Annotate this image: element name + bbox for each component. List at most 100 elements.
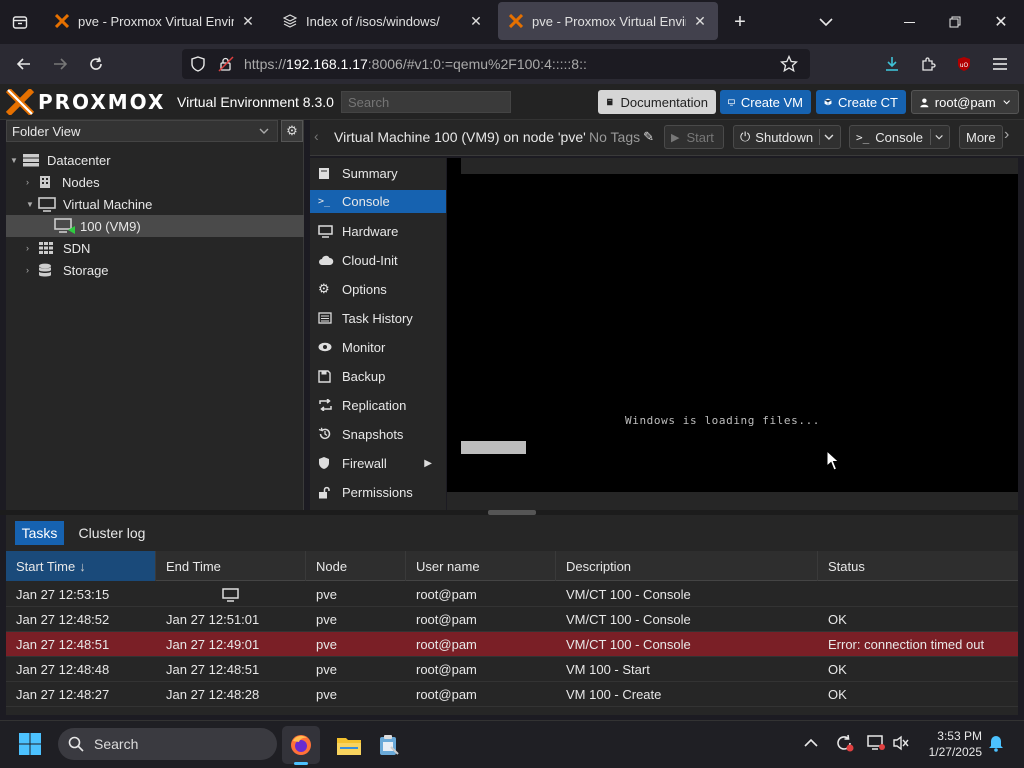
lock-warning-icon[interactable] xyxy=(217,55,235,73)
column-header-status[interactable]: Status xyxy=(818,551,1018,581)
menu-item-firewall[interactable]: Firewall ▶ xyxy=(310,450,446,476)
sort-descending-icon: ↓ xyxy=(79,558,86,574)
menu-item-summary[interactable]: Summary xyxy=(310,160,446,186)
table-row[interactable]: Jan 27 12:48:48 Jan 27 12:48:51 pve root… xyxy=(6,657,1018,682)
start-button[interactable]: ▶ Start xyxy=(664,125,724,149)
browser-tab-pve-1[interactable]: pve - Proxmox Virtual Environm ✕ xyxy=(44,2,266,40)
column-header-start-time[interactable]: Start Time ↓ xyxy=(6,551,156,581)
vm-console-screen[interactable] xyxy=(447,158,1018,492)
tree-item-storage[interactable]: › Storage xyxy=(26,259,109,281)
forward-button[interactable] xyxy=(46,50,74,78)
menu-item-monitor[interactable]: Monitor xyxy=(310,334,446,360)
menu-item-task-history[interactable]: Task History xyxy=(310,305,446,331)
tasks-tab[interactable]: Tasks xyxy=(15,521,64,545)
retweet-icon xyxy=(318,399,342,411)
expand-toggle-icon[interactable]: ▼ xyxy=(10,156,22,165)
extensions-button[interactable] xyxy=(914,50,942,78)
chevron-down-icon[interactable] xyxy=(935,134,943,141)
taskbar-app-tool[interactable] xyxy=(370,726,408,764)
column-header-end-time[interactable]: End Time xyxy=(156,551,306,581)
expand-toggle-icon[interactable]: › xyxy=(26,243,38,253)
cell-status: OK xyxy=(828,687,847,702)
expand-toggle-icon[interactable]: › xyxy=(26,265,38,275)
console-bottom-bar xyxy=(447,492,1018,510)
more-label: More xyxy=(966,129,996,145)
view-selector[interactable]: Folder View xyxy=(6,120,278,142)
tray-volume-muted-icon[interactable] xyxy=(892,735,912,753)
menu-item-snapshots[interactable]: Snapshots xyxy=(310,421,446,447)
menu-item-options[interactable]: ⚙ Options xyxy=(310,276,446,302)
tray-network-icon[interactable] xyxy=(866,734,888,754)
proxmox-logo[interactable]: PROXMOX xyxy=(6,88,165,116)
tree-item-vm-100[interactable]: 100 (VM9) xyxy=(54,215,141,237)
column-header-node[interactable]: Node xyxy=(306,551,406,581)
tray-sync-icon[interactable] xyxy=(834,733,856,755)
tray-overflow-button[interactable] xyxy=(804,736,822,752)
close-window-button[interactable]: ✕ xyxy=(978,0,1024,44)
table-row[interactable]: Jan 27 12:48:27 Jan 27 12:48:28 pve root… xyxy=(6,682,1018,707)
tree-item-nodes[interactable]: › Nodes xyxy=(26,171,100,193)
tab-overflow-button[interactable] xyxy=(812,8,840,36)
app-menu-button[interactable] xyxy=(986,50,1014,78)
back-button[interactable] xyxy=(10,50,38,78)
taskbar-clock[interactable]: 3:53 PM 1/27/2025 xyxy=(918,728,982,762)
console-progress-bar xyxy=(461,441,526,454)
taskbar-firefox[interactable] xyxy=(282,726,320,764)
taskbar-file-explorer[interactable] xyxy=(330,726,368,764)
ublock-extension-button[interactable]: uO xyxy=(950,50,978,78)
tab-close-icon[interactable]: ✕ xyxy=(692,13,708,30)
menu-item-permissions[interactable]: Permissions xyxy=(310,479,446,505)
browser-tab-pve-active[interactable]: pve - Proxmox Virtual Environm ✕ xyxy=(498,2,718,40)
browser-tab-isos[interactable]: Index of /isos/windows/ ✕ xyxy=(272,2,494,40)
minimize-button[interactable] xyxy=(886,0,932,44)
tab-close-icon[interactable]: ✕ xyxy=(240,13,256,30)
more-button[interactable]: More xyxy=(959,125,1003,149)
documentation-button[interactable]: Documentation xyxy=(598,90,716,114)
bookmark-star-button[interactable] xyxy=(779,54,800,75)
toolbar-scroll-left-icon[interactable]: ‹ xyxy=(314,128,319,144)
pencil-icon: ✎ xyxy=(643,129,655,144)
restore-button[interactable] xyxy=(932,0,978,44)
toolbar-scroll-right-icon[interactable]: › xyxy=(1004,126,1009,144)
table-row-error[interactable]: Jan 27 12:48:51 Jan 27 12:49:01 pve root… xyxy=(6,632,1018,657)
menu-item-backup[interactable]: Backup xyxy=(310,363,446,389)
create-vm-button[interactable]: Create VM xyxy=(720,90,811,114)
cell-node: pve xyxy=(316,637,337,652)
column-header-user-name[interactable]: User name xyxy=(406,551,556,581)
tree-item-vm-100-selected[interactable] xyxy=(6,215,304,237)
tree-item-sdn[interactable]: › SDN xyxy=(26,237,90,259)
taskbar-search-box[interactable]: Search xyxy=(58,728,277,760)
console-button[interactable]: >_ Console xyxy=(849,125,950,149)
new-tab-button[interactable]: + xyxy=(726,8,754,36)
menu-item-hardware[interactable]: Hardware xyxy=(310,218,446,244)
menu-item-console[interactable]: >_ Console xyxy=(310,190,446,213)
shutdown-button[interactable]: ⏻ Shutdown xyxy=(733,125,841,149)
tree-item-datacenter[interactable]: ▼ Datacenter xyxy=(10,149,111,171)
menu-item-replication[interactable]: Replication xyxy=(310,392,446,418)
tracking-shield-icon[interactable] xyxy=(190,56,206,72)
tab-list-button[interactable] xyxy=(6,8,34,36)
url-text[interactable]: https://192.168.1.17:8006/#v1:0:=qemu%2F… xyxy=(244,56,587,72)
menu-label: Cloud-Init xyxy=(342,252,398,268)
expand-toggle-icon[interactable]: ▼ xyxy=(26,200,38,209)
create-ct-button[interactable]: Create CT xyxy=(816,90,906,114)
column-header-description[interactable]: Description xyxy=(556,551,818,581)
table-row[interactable]: Jan 27 12:48:52 Jan 27 12:51:01 pve root… xyxy=(6,607,1018,632)
tree-item-virtual-machine[interactable]: ▼ Virtual Machine xyxy=(26,193,152,215)
start-button[interactable] xyxy=(18,732,44,758)
menu-item-cloud-init[interactable]: Cloud-Init xyxy=(310,247,446,273)
reload-button[interactable] xyxy=(82,50,110,78)
tree-settings-button[interactable]: ⚙ xyxy=(281,120,303,142)
search-input[interactable] xyxy=(341,91,511,113)
tags-button[interactable]: No Tags ✎ xyxy=(589,129,654,145)
expand-toggle-icon[interactable]: › xyxy=(26,177,38,187)
downloads-button[interactable] xyxy=(878,50,906,78)
tree-item-label: Storage xyxy=(63,262,109,278)
chevron-down-icon[interactable] xyxy=(824,134,834,141)
notification-bell-icon[interactable] xyxy=(988,734,1006,754)
user-menu-button[interactable]: root@pam xyxy=(911,90,1019,114)
tab-close-icon[interactable]: ✕ xyxy=(468,13,484,30)
table-row[interactable]: Jan 27 12:53:15 pve root@pam VM/CT 100 -… xyxy=(6,582,1018,607)
cluster-log-tab[interactable]: Cluster log xyxy=(72,521,152,545)
taskbar-active-indicator xyxy=(294,762,308,765)
